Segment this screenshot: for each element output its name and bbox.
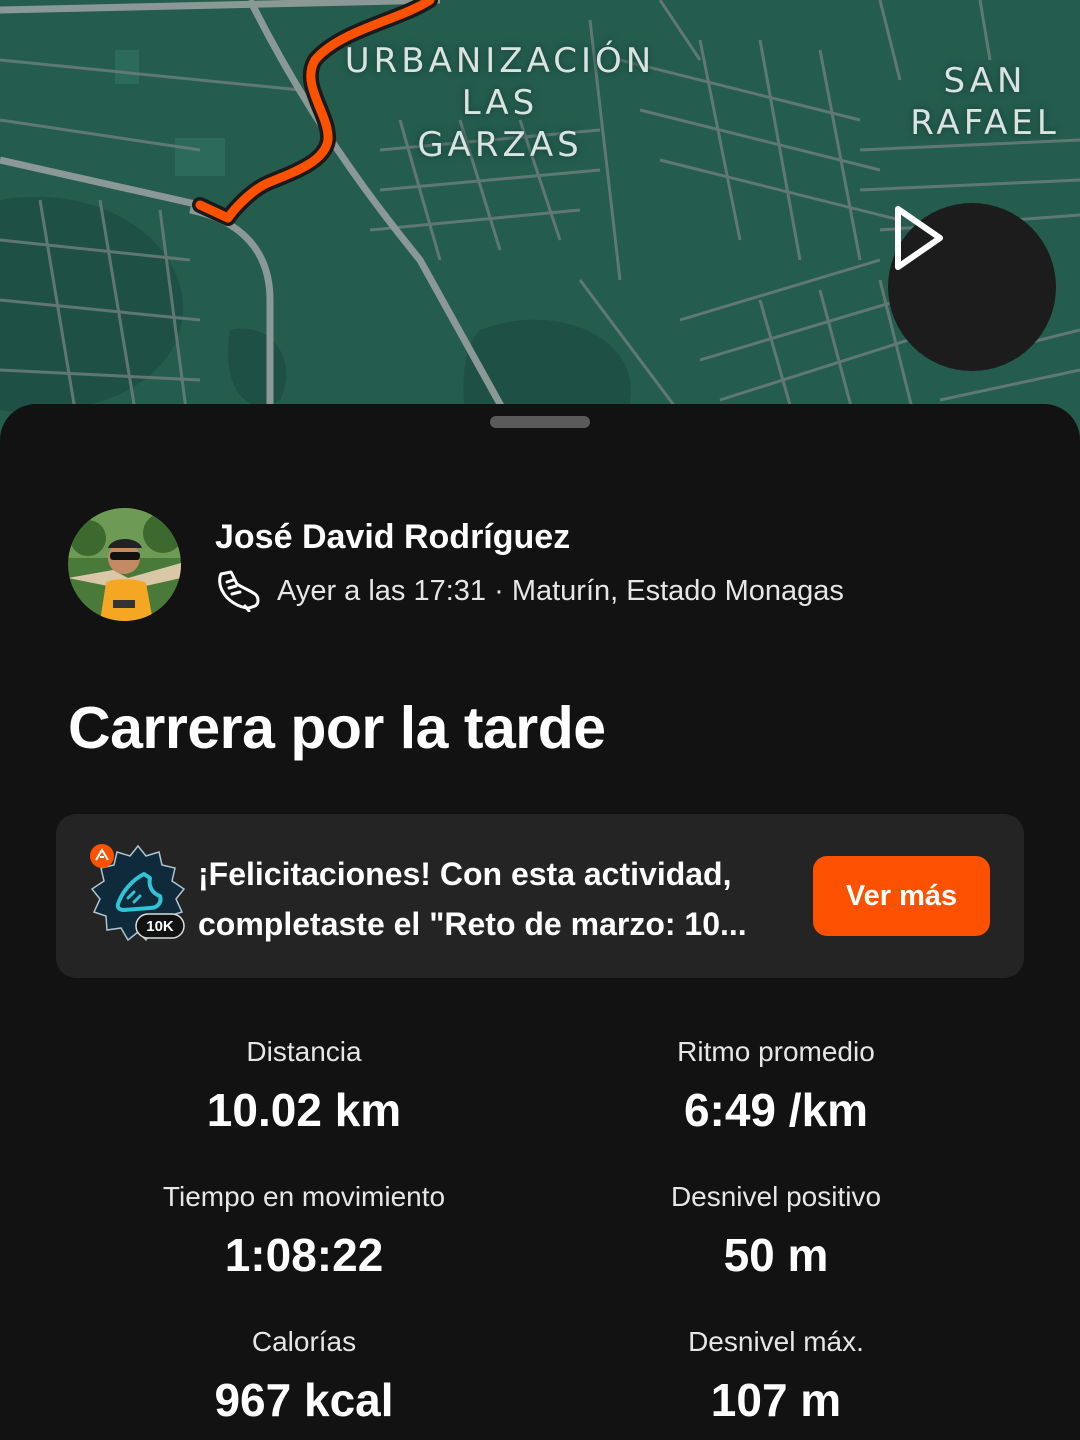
achievement-message: ¡Felicitaciones! Con esta actividad, com… [198, 849, 808, 949]
ver-mas-button[interactable]: Ver más [813, 856, 990, 936]
map-label-urbanizacion: URBANIZACIÓN LAS GARZAS [344, 41, 656, 165]
sheet-drag-handle[interactable] [490, 416, 590, 428]
stat-label: Calorías [251, 1326, 357, 1357]
stat-label: Tiempo en movimiento [162, 1181, 446, 1212]
stat-label: Ritmo promedio [677, 1036, 875, 1067]
stat-value: 967 kcal [214, 1374, 394, 1426]
stat-label: Desnivel positivo [670, 1181, 882, 1212]
stat-label: Desnivel máx. [688, 1326, 864, 1357]
stat-value: 6:49 /km [683, 1084, 869, 1136]
activity-sheet: José David Rodríguez Ayer a las 17:31 · … [0, 404, 1080, 1440]
achievement-line-2: completaste el "Reto de marzo: 10... [198, 906, 747, 942]
achievement-line-1: ¡Felicitaciones! Con esta actividad, [198, 856, 732, 892]
running-shoe-icon [218, 570, 260, 612]
athlete-name[interactable]: José David Rodríguez [215, 518, 570, 557]
route-map[interactable]: URBANIZACIÓN LAS GARZAS SAN RAFAEL [0, 0, 1080, 440]
stat-value: 107 m [710, 1374, 842, 1426]
stat-value: 1:08:22 [224, 1229, 384, 1281]
avatar[interactable] [68, 508, 181, 621]
play-flyover-button[interactable] [888, 203, 1056, 371]
stat-elevation-gain: Desnivel positivo 50 m [536, 1179, 1016, 1281]
play-icon [895, 206, 943, 270]
stat-value: 50 m [723, 1229, 829, 1281]
map-label-san-rafael: SAN RAFAEL [910, 61, 1060, 143]
stat-label: Distancia [246, 1036, 362, 1067]
stat-calories: Calorías 967 kcal [64, 1324, 544, 1426]
challenge-badge-icon: 10K [90, 844, 186, 942]
badge-label: 10K [146, 918, 174, 935]
stat-avg-pace: Ritmo promedio 6:49 /km [536, 1034, 1016, 1136]
activity-title: Carrera por la tarde [68, 695, 606, 761]
avatar-image [68, 508, 181, 621]
activity-date-location: Ayer a las 17:31 · Maturín, Estado Monag… [277, 574, 844, 607]
achievement-card[interactable]: 10K ¡Felicitaciones! Con esta actividad,… [56, 814, 1024, 978]
stat-max-elevation: Desnivel máx. 107 m [536, 1324, 1016, 1426]
stat-value: 10.02 km [206, 1084, 402, 1136]
stat-moving-time: Tiempo en movimiento 1:08:22 [64, 1179, 544, 1281]
activity-meta: Ayer a las 17:31 · Maturín, Estado Monag… [215, 570, 844, 612]
stat-distance: Distancia 10.02 km [64, 1034, 544, 1136]
